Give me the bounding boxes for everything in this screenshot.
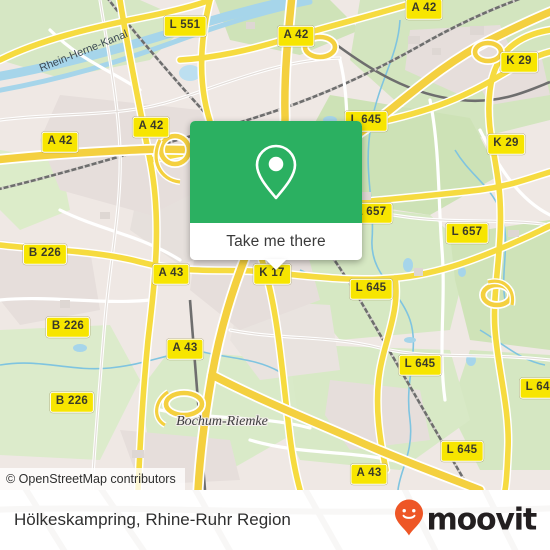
place-label: Bochum-Riemke: [176, 414, 268, 429]
road-shield[interactable]: A 42: [41, 131, 79, 153]
attribution-text: © OpenStreetMap contributors: [6, 472, 176, 486]
popup-tail: [265, 259, 287, 270]
road-shield[interactable]: A 43: [152, 263, 190, 285]
popup-header: [190, 121, 362, 223]
road-shield[interactable]: B 226: [22, 243, 68, 265]
road-shield[interactable]: A 42: [277, 25, 315, 47]
road-shield[interactable]: L 645: [398, 354, 442, 376]
road-shield[interactable]: L 645: [440, 440, 484, 462]
moovit-wordmark: moovit: [426, 502, 538, 537]
road-shield[interactable]: A 42: [132, 116, 170, 138]
road-shield[interactable]: K 29: [500, 51, 538, 73]
map-attribution[interactable]: © OpenStreetMap contributors: [0, 468, 185, 490]
road-shield[interactable]: L 551: [163, 15, 207, 37]
location-popup-card[interactable]: Take me there: [190, 121, 362, 270]
take-me-there-button[interactable]: Take me there: [190, 223, 362, 260]
map-canvas[interactable]: L 551 A 42 A 42 K 29 A 42 A 42 L 645 K 29 L 657 L…: [0, 0, 550, 490]
road-shield[interactable]: L 645: [519, 377, 550, 399]
page-title: Hölkeskampring, Rhine-Ruhr Region: [14, 510, 291, 529]
moovit-pin-smiley-icon: [394, 499, 424, 542]
road-shield[interactable]: A 43: [166, 338, 204, 360]
road-shield[interactable]: L 645: [349, 278, 393, 300]
map-screenshot: L 551 A 42 A 42 K 29 A 42 A 42 L 645 K 29 L 657 L…: [0, 0, 550, 550]
map-pin-icon: [253, 143, 299, 201]
road-shield[interactable]: L 657: [445, 222, 489, 244]
road-shield[interactable]: K 29: [487, 133, 525, 155]
road-shield[interactable]: B 226: [49, 391, 95, 413]
road-shield[interactable]: A 42: [405, 0, 443, 20]
road-shield[interactable]: B 226: [45, 316, 91, 338]
take-me-there-label: Take me there: [226, 232, 326, 250]
footer-bar: Hölkeskampring, Rhine-Ruhr Region moovit: [0, 490, 550, 550]
road-shield[interactable]: A 43: [350, 463, 388, 485]
moovit-logo[interactable]: moovit: [394, 499, 538, 542]
